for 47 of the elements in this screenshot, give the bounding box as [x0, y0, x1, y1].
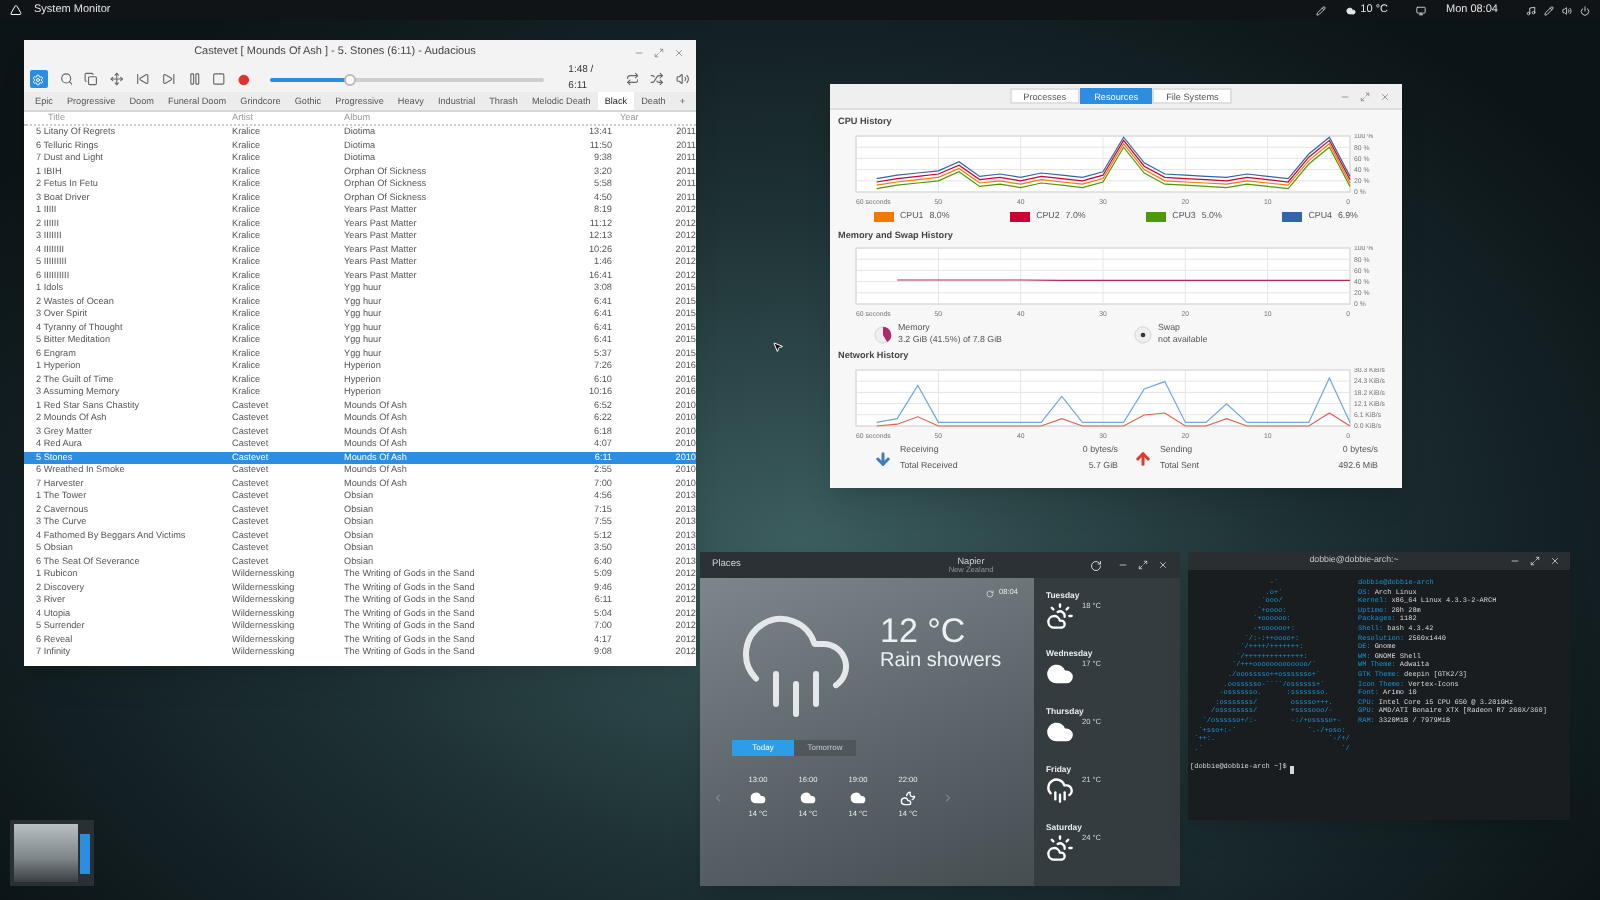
sun-cloud-icon: [1046, 834, 1074, 863]
upload-arrow-icon: [1134, 449, 1152, 468]
download-arrow-icon: [874, 449, 892, 468]
window-thumbnail[interactable]: [10, 820, 94, 886]
settings-button[interactable]: [30, 70, 48, 88]
pause-icon[interactable]: [187, 72, 201, 86]
updated-icon: [986, 589, 995, 598]
seek-thumb[interactable]: [343, 73, 356, 85]
photo-placeholder: [14, 824, 79, 882]
music-icon[interactable]: [1526, 5, 1536, 15]
copy-icon[interactable]: [84, 72, 99, 86]
previous-icon[interactable]: [136, 72, 150, 86]
shuffle-icon[interactable]: [650, 72, 665, 86]
current-condition: Rain showers: [880, 649, 1002, 672]
stop-icon[interactable]: [212, 72, 227, 86]
volume-icon[interactable]: [1562, 5, 1572, 15]
cloud-icon: [1046, 660, 1074, 689]
repeat-icon[interactable]: [625, 72, 639, 86]
rain-cloud-icon: [1046, 776, 1074, 805]
volume-icon[interactable]: [676, 72, 690, 86]
minimize-icon[interactable]: [1118, 560, 1128, 570]
cloud-icon: [800, 790, 816, 807]
search-icon[interactable]: [59, 72, 73, 86]
swap-pie-icon: [1134, 325, 1152, 344]
refresh-icon[interactable]: [1090, 559, 1102, 571]
cloud-icon: [1046, 718, 1074, 747]
weather-icon[interactable]: [1346, 5, 1357, 15]
maximize-icon[interactable]: [1138, 560, 1148, 570]
screen-icon[interactable]: [1416, 5, 1426, 15]
settings-icon: [32, 73, 45, 85]
sun-cloud-icon: [1046, 602, 1074, 631]
maximize-icon[interactable]: [1530, 556, 1540, 566]
current-temperature: 12 °C: [880, 611, 968, 650]
next-icon[interactable]: [161, 72, 176, 86]
text-cursor: [1290, 765, 1295, 774]
minimize-icon[interactable]: [1510, 556, 1520, 566]
cloud-icon: [750, 790, 766, 807]
dock-strip: [80, 833, 90, 873]
move-icon[interactable]: [110, 72, 124, 86]
cloud-icon: [850, 790, 866, 807]
moon-cloud-icon: [900, 790, 916, 807]
pen-icon[interactable]: [1544, 5, 1554, 15]
mouse-pointer-icon: [772, 340, 784, 354]
pencil-icon[interactable]: [1316, 5, 1327, 15]
power-icon[interactable]: [1580, 5, 1590, 15]
arch-logo-icon[interactable]: [10, 4, 22, 16]
record-icon[interactable]: [238, 73, 250, 85]
